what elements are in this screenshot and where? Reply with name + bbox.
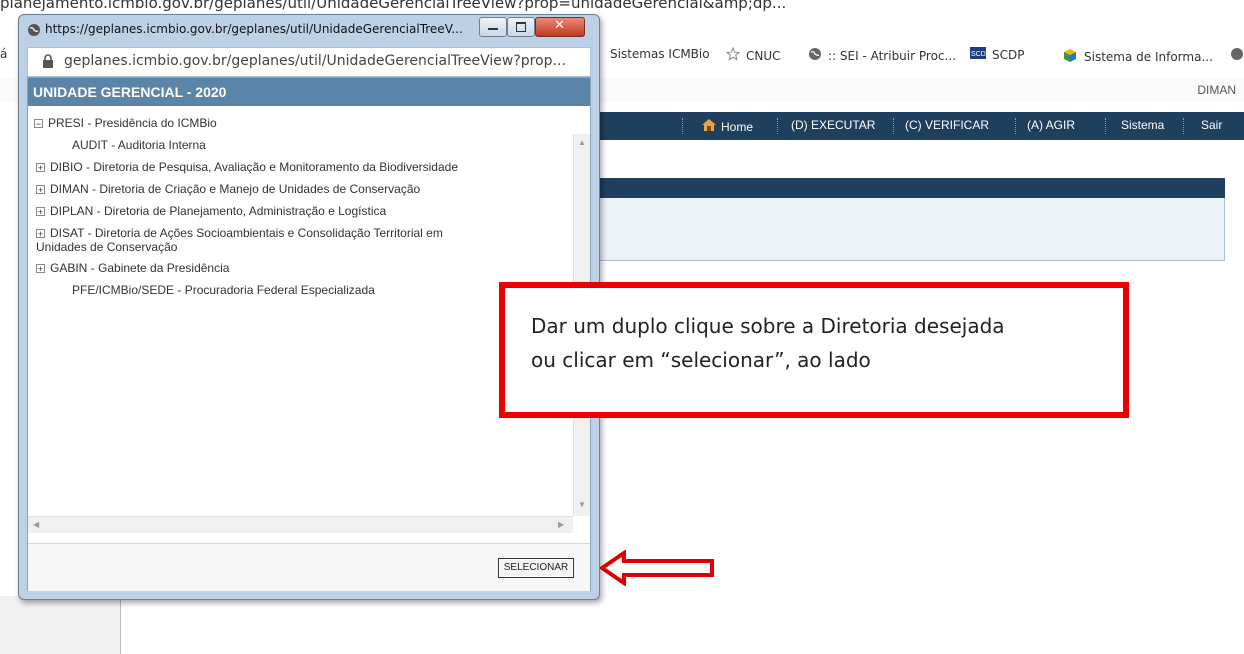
scdp-icon: SCDP	[970, 47, 991, 62]
bookmark-label: :: SEI - Atribuir Proc...	[828, 48, 956, 63]
bookmark-label: Sistema de Informa...	[1084, 49, 1213, 64]
bookmark-sei[interactable]: :: SEI - Atribuir Proc...	[808, 47, 956, 64]
bookmark-label: SCDP	[992, 47, 1025, 62]
panel-header	[595, 178, 1225, 198]
tree-node-label: DISAT - Diretoria de Ações Socioambienta…	[50, 226, 443, 240]
maximize-icon	[516, 22, 526, 32]
bookmark-label: Sistemas ICMBio	[610, 47, 710, 61]
sidebar-divider	[120, 596, 121, 654]
main-nav: Home (D) EXECUTAR (C) VERIFICAR (A) AGIR…	[595, 112, 1244, 140]
tree-node-diman[interactable]: + DIMAN - Diretoria de Criação e Manejo d…	[36, 182, 420, 196]
tree-node-label: Unidades de Conservação	[36, 240, 178, 254]
bookmark-label: á	[0, 47, 8, 61]
callout-line-2: ou clicar em “selecionar”, ao lado	[531, 348, 871, 372]
tree-node-audit[interactable]: AUDIT - Auditoria Interna	[72, 138, 206, 152]
tree-node-label: GABIN - Gabinete da Presidência	[50, 261, 230, 275]
tree-node-disat[interactable]: + DISAT - Diretoria de Ações Socioambient…	[36, 226, 443, 240]
tree-node-pfe[interactable]: PFE/ICMBio/SEDE - Procuradoria Federal E…	[72, 283, 375, 297]
tree-node-disat-line2: Unidades de Conservação	[36, 240, 177, 254]
select-button[interactable]: SELECIONAR	[498, 558, 574, 578]
bookmark-scdp[interactable]: SCDP SCDP	[970, 47, 1024, 62]
nav-separator	[1183, 118, 1184, 134]
tree-node-label: DIBIO - Diretoria de Pesquisa, Avaliação…	[50, 160, 458, 174]
address-text: geplanes.icmbio.gov.br/geplanes/util/Uni…	[64, 53, 566, 69]
expand-icon[interactable]: +	[36, 185, 45, 195]
collapse-icon[interactable]: −	[34, 119, 43, 129]
instruction-callout: Dar um duplo clique sobre a Diretoria de…	[499, 282, 1129, 418]
box-icon	[1062, 47, 1078, 66]
popup-window-title: https://geplanes.icmbio.gov.br/geplanes/…	[45, 22, 463, 36]
tree-node-label: AUDIT - Auditoria Interna	[72, 138, 206, 152]
bookmark-cnuc[interactable]: CNUC	[725, 46, 781, 64]
globe-icon	[808, 47, 822, 64]
minimize-button[interactable]	[479, 17, 507, 37]
nav-home-label: Home	[721, 119, 754, 134]
background-address-fragment: planejamento.icmbio.gov.br/geplanes/util…	[0, 0, 1244, 14]
bookmark-sistema-informa[interactable]: Sistema de Informa...	[1062, 47, 1213, 66]
unit-title-bar: UNIDADE GERENCIAL - 2020	[28, 78, 590, 106]
scroll-down-icon[interactable]: ▼	[578, 500, 586, 509]
expand-icon[interactable]: +	[36, 163, 45, 173]
globe-icon	[1230, 47, 1244, 64]
panel-body	[595, 198, 1225, 261]
nav-sistema[interactable]: Sistema	[1121, 118, 1164, 132]
scroll-up-icon[interactable]: ▲	[578, 138, 586, 147]
unit-title: UNIDADE GERENCIAL - 2020	[33, 84, 227, 100]
bookmark-more[interactable]	[1230, 47, 1244, 64]
tree-node-label: PFE/ICMBio/SEDE - Procuradoria Federal E…	[72, 283, 375, 297]
nav-separator	[1015, 118, 1016, 134]
bookmark-partial[interactable]: á	[0, 47, 7, 61]
scroll-left-icon[interactable]: ◀	[33, 520, 39, 529]
tree-node-dibio[interactable]: + DIBIO - Diretoria de Pesquisa, Avaliaçã…	[36, 160, 458, 174]
background-address-text: planejamento.icmbio.gov.br/geplanes/util…	[0, 0, 787, 12]
star-icon	[725, 46, 741, 64]
close-window-button[interactable]: ✕	[535, 17, 585, 37]
address-bar[interactable]: geplanes.icmbio.gov.br/geplanes/util/Uni…	[27, 47, 591, 77]
tree-node-label: PRESI - Presidência do ICMBio	[48, 116, 217, 130]
popup-footer: SELECIONAR	[28, 543, 590, 591]
annotation-arrow-icon	[600, 550, 714, 586]
tree-node-diplan[interactable]: + DIPLAN - Diretoria de Planejamento, Adm…	[36, 204, 386, 218]
nav-separator	[777, 118, 778, 134]
popup-titlebar[interactable]: https://geplanes.icmbio.gov.br/geplanes/…	[19, 15, 599, 45]
scroll-right-icon[interactable]: ▶	[558, 520, 564, 529]
expand-icon[interactable]: +	[36, 229, 45, 239]
user-unit-label: DIMAN	[1197, 83, 1236, 97]
tree-node-presi[interactable]: − PRESI - Presidência do ICMBio	[34, 116, 217, 130]
horizontal-scrollbar[interactable]: ◀ ▶	[28, 516, 573, 533]
globe-icon	[27, 23, 41, 40]
close-icon: ✕	[554, 18, 565, 33]
minimize-icon	[488, 28, 498, 30]
nav-separator	[1105, 118, 1106, 134]
nav-separator	[682, 118, 683, 134]
home-icon	[701, 118, 717, 135]
tree-node-gabin[interactable]: + GABIN - Gabinete da Presidência	[36, 261, 229, 275]
lock-icon	[42, 54, 54, 72]
bookmark-sistemas-icmbio[interactable]: Sistemas ICMBio	[610, 47, 710, 61]
tree-node-label: DIMAN - Diretoria de Criação e Manejo de…	[50, 182, 421, 196]
nav-home[interactable]: Home	[701, 118, 753, 135]
nav-verificar[interactable]: (C) VERIFICAR	[905, 118, 989, 132]
nav-executar[interactable]: (D) EXECUTAR	[791, 118, 875, 132]
expand-icon[interactable]: +	[36, 207, 45, 217]
callout-line-1: Dar um duplo clique sobre a Diretoria de…	[531, 314, 1005, 338]
svg-text:SCDP: SCDP	[971, 51, 986, 58]
nav-separator	[893, 118, 894, 134]
left-sidebar-strip	[0, 596, 121, 654]
tree-node-label: DIPLAN - Diretoria de Planejamento, Admi…	[50, 204, 387, 218]
nav-agir[interactable]: (A) AGIR	[1027, 118, 1075, 132]
bookmark-label: CNUC	[746, 48, 781, 63]
maximize-button[interactable]	[507, 17, 535, 37]
nav-sair[interactable]: Sair	[1201, 118, 1222, 132]
expand-icon[interactable]: +	[36, 264, 45, 274]
